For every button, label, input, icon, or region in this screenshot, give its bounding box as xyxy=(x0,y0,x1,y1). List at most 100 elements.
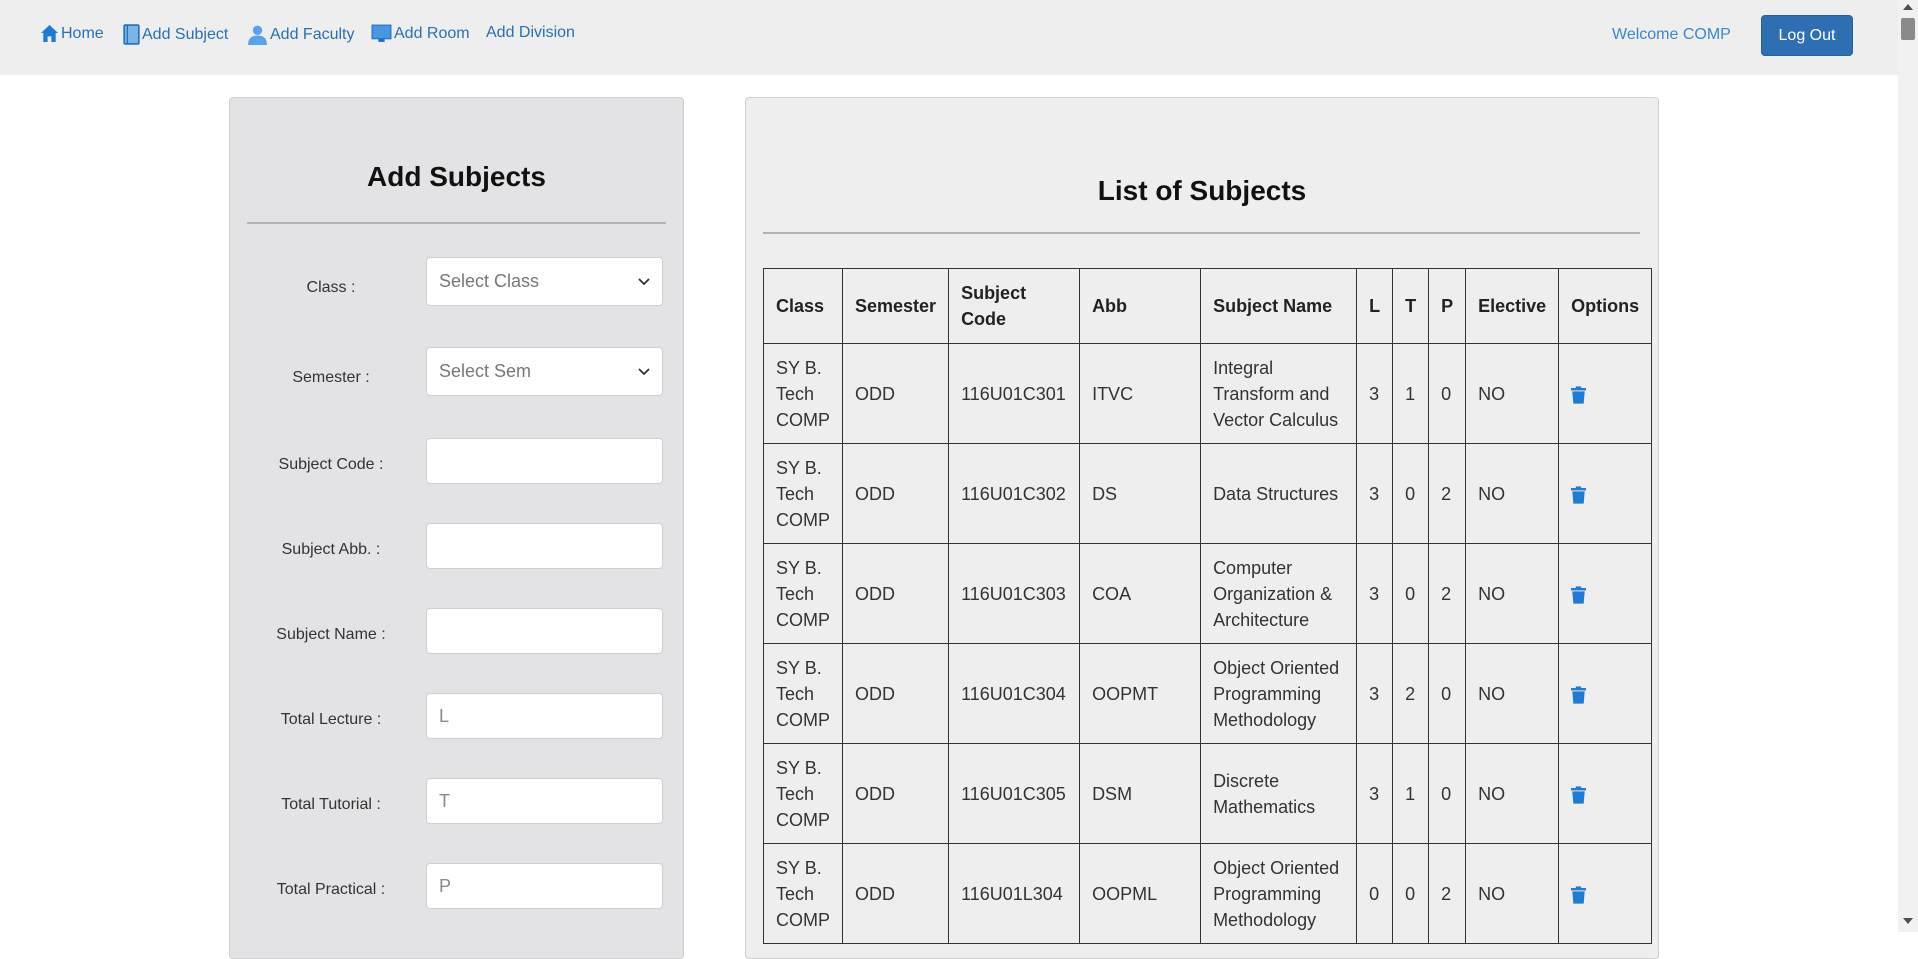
table-cell: SY B. Tech COMP xyxy=(763,443,843,544)
table-cell: 116U01L304 xyxy=(948,843,1081,944)
trash-icon[interactable] xyxy=(1571,586,1587,604)
table-cell: SY B. Tech COMP xyxy=(763,843,843,944)
subject-abb-label: Subject Abb. : xyxy=(281,541,381,558)
subject-name-label: Subject Name : xyxy=(276,626,386,643)
table-cell: 3 xyxy=(1356,543,1394,644)
table-cell: 116U01C304 xyxy=(948,643,1081,744)
total-lecture-label: Total Lecture : xyxy=(280,711,382,728)
chevron-down-icon xyxy=(638,277,650,285)
table-cell: COA xyxy=(1079,543,1202,644)
logout-button[interactable]: Log Out xyxy=(1761,15,1853,56)
table-cell: SY B. Tech COMP xyxy=(763,643,843,744)
column-header: L xyxy=(1356,268,1394,344)
table-cell: 0 xyxy=(1428,643,1467,744)
subject-code-input[interactable] xyxy=(426,438,663,484)
table-cell: 1 xyxy=(1392,743,1430,844)
trash-icon[interactable] xyxy=(1571,386,1587,404)
table-cell: NO xyxy=(1465,543,1560,644)
options-cell xyxy=(1558,743,1653,844)
table-cell: 116U01C305 xyxy=(948,743,1081,844)
subject-name-input[interactable] xyxy=(426,608,663,654)
table-cell: Object Oriented Programming Methodology xyxy=(1200,843,1358,944)
table-cell: ODD xyxy=(841,843,950,944)
semester-select[interactable]: Select Sem xyxy=(426,347,663,396)
table-cell: SY B. Tech COMP xyxy=(763,743,843,844)
total-tutorial-input[interactable] xyxy=(426,778,663,824)
table-cell: OOPML xyxy=(1079,843,1202,944)
divider xyxy=(247,222,666,224)
nav-add-room-label: Add Room xyxy=(394,24,470,42)
table-cell: 1 xyxy=(1392,343,1430,444)
table-row: SY B. Tech COMP ODD 116U01C301 ITVC Integral… xyxy=(763,343,1653,444)
nav-add-division-link[interactable]: Add Division xyxy=(486,24,575,42)
subject-abb-input[interactable] xyxy=(426,523,663,569)
table-cell: NO xyxy=(1465,443,1560,544)
trash-icon[interactable] xyxy=(1571,886,1587,904)
table-cell: NO xyxy=(1465,843,1560,944)
semester-label: Semester : xyxy=(292,369,370,386)
table-cell: NO xyxy=(1465,643,1560,744)
table-cell: 3 xyxy=(1356,343,1394,444)
table-row: SY B. Tech COMP ODD 116U01C303 COA Computer … xyxy=(763,543,1653,644)
options-cell xyxy=(1558,443,1653,544)
scroll-up-arrow-icon[interactable] xyxy=(1903,4,1913,10)
total-tutorial-label: Total Tutorial : xyxy=(281,796,381,813)
total-lecture-input[interactable] xyxy=(426,693,663,739)
table-cell: 3 xyxy=(1356,743,1394,844)
column-header: T xyxy=(1392,268,1430,344)
table-cell: DSM xyxy=(1079,743,1202,844)
trash-icon[interactable] xyxy=(1571,686,1587,704)
scroll-down-arrow-icon[interactable] xyxy=(1903,918,1913,924)
table-cell: SY B. Tech COMP xyxy=(763,343,843,444)
table-cell: ODD xyxy=(841,543,950,644)
trash-icon[interactable] xyxy=(1571,786,1587,804)
total-practical-input[interactable] xyxy=(426,863,663,909)
nav-add-division-label: Add Division xyxy=(486,24,575,41)
column-header: Options xyxy=(1558,268,1653,344)
table-cell: NO xyxy=(1465,743,1560,844)
nav-add-subject-label: Add Subject xyxy=(142,25,229,43)
table-cell: 0 xyxy=(1392,543,1430,644)
table-cell: 0 xyxy=(1428,343,1467,444)
add-subjects-title: Add Subjects xyxy=(367,161,546,192)
home-icon xyxy=(40,24,59,43)
table-cell: 116U01C301 xyxy=(948,343,1081,444)
subject-code-label: Subject Code : xyxy=(278,456,384,473)
total-practical-label: Total Practical : xyxy=(276,881,386,898)
welcome-text: Welcome COMP xyxy=(1612,26,1731,43)
top-navbar: Home Add Subject Add Faculty Add Room Ad… xyxy=(0,0,1898,75)
class-select-value: Select Class xyxy=(439,271,540,291)
table-cell: ODD xyxy=(841,343,950,444)
table-cell: Discrete Mathematics xyxy=(1200,743,1358,844)
table-cell: 0 xyxy=(1392,843,1430,944)
table-header-row: Class Semester Subject Code Abb Subject … xyxy=(763,268,1653,344)
trash-icon[interactable] xyxy=(1571,486,1587,504)
subjects-table: Class Semester Subject Code Abb Subject … xyxy=(763,268,1653,944)
table-cell: 116U01C302 xyxy=(948,443,1081,544)
table-cell: 2 xyxy=(1428,443,1467,544)
column-header: Abb xyxy=(1079,268,1202,344)
page-scrollbar[interactable] xyxy=(1898,0,1918,932)
nav-add-room-link[interactable]: Add Room xyxy=(371,24,470,43)
divider xyxy=(763,232,1640,234)
nav-add-faculty-link[interactable]: Add Faculty xyxy=(247,24,354,45)
table-cell: ODD xyxy=(841,743,950,844)
column-header: Class xyxy=(763,268,843,344)
class-select[interactable]: Select Class xyxy=(426,257,663,306)
nav-add-subject-link[interactable]: Add Subject xyxy=(123,24,228,45)
column-header: Subject Code xyxy=(948,268,1081,344)
column-header: Elective xyxy=(1465,268,1560,344)
nav-add-faculty-label: Add Faculty xyxy=(270,25,355,43)
add-subjects-panel: Add Subjects Class : Select Class Semest… xyxy=(229,97,684,959)
table-cell: 3 xyxy=(1356,443,1394,544)
column-header: Subject Name xyxy=(1200,268,1358,344)
table-cell: SY B. Tech COMP xyxy=(763,543,843,644)
table-cell: 116U01C303 xyxy=(948,543,1081,644)
list-of-subjects-title: List of Subjects xyxy=(1097,175,1307,206)
table-row: SY B. Tech COMP ODD 116U01L304 OOPML Object … xyxy=(763,843,1653,944)
table-cell: Data Structures xyxy=(1200,443,1358,544)
table-row: SY B. Tech COMP ODD 116U01C304 OOPMT Object … xyxy=(763,643,1653,744)
column-header: Semester xyxy=(841,268,950,344)
nav-home-link[interactable]: Home xyxy=(40,24,104,43)
scroll-thumb[interactable] xyxy=(1901,18,1915,40)
